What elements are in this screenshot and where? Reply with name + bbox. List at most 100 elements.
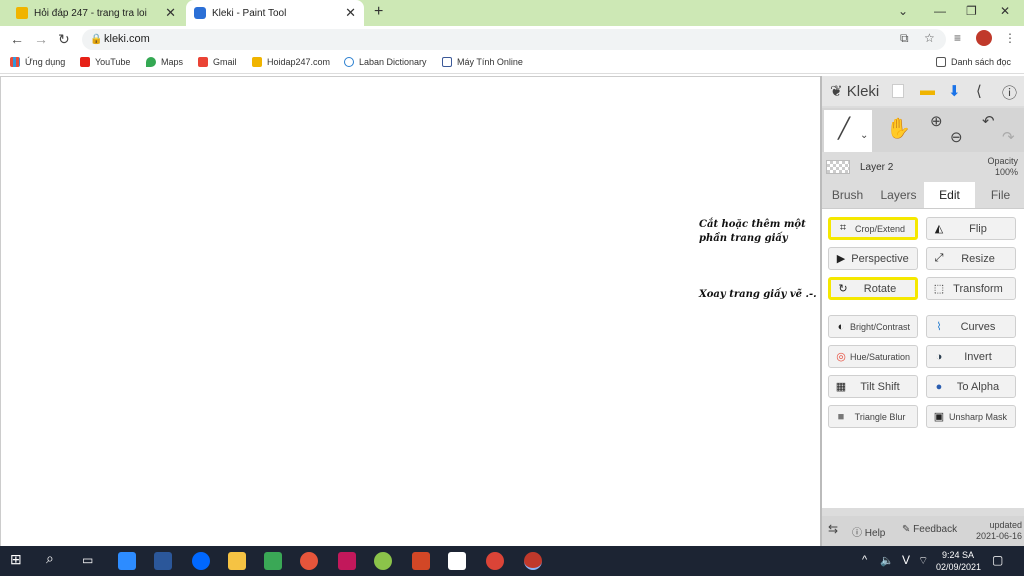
browser-toolbar: ← → ↻ 🔒 kleki.com ⧉ ☆ ≡ ⋮: [0, 26, 1024, 52]
bookmark-laban[interactable]: Laban Dictionary: [344, 57, 427, 67]
swap-side-icon[interactable]: ⇆: [828, 522, 838, 536]
bright-contrast-button[interactable]: ◐ Bright/Contrast: [828, 315, 918, 338]
share-icon[interactable]: ⟨: [976, 82, 982, 100]
bookmark-youtube[interactable]: YouTube: [80, 57, 130, 67]
network-icon[interactable]: ⌔: [918, 554, 928, 568]
redo-icon[interactable]: ↷: [1002, 128, 1015, 146]
tool-row: ╱ ⌄ ✋ ⊕ ⊖ ↶ ↷: [822, 108, 1024, 152]
new-tab-icon[interactable]: +: [374, 3, 383, 21]
triangle-blur-button[interactable]: ■ Triangle Blur: [828, 405, 918, 428]
bookmark-star-icon[interactable]: ☆: [924, 31, 935, 45]
zoom-app-icon[interactable]: [118, 552, 136, 570]
app-icon[interactable]: [448, 552, 466, 570]
address-bar[interactable]: 🔒 kleki.com: [82, 29, 946, 50]
curves-button[interactable]: ⌇ Curves: [926, 315, 1016, 338]
chrome-active-icon[interactable]: [524, 552, 542, 570]
perspective-icon: ▶: [836, 253, 846, 265]
volume-icon[interactable]: 🔈: [880, 554, 894, 567]
drawing-canvas[interactable]: Cắt hoặc thêm một phần trang giấy Xoay t…: [0, 76, 820, 546]
zoom-out-icon[interactable]: ⊖: [950, 128, 963, 146]
updated-info[interactable]: updated 2021-06-16: [976, 520, 1022, 542]
bookmark-maps[interactable]: Maps: [146, 57, 183, 67]
blur-icon: ■: [837, 410, 845, 423]
perspective-button[interactable]: ▶ Perspective: [828, 247, 918, 270]
reading-list[interactable]: Danh sách đọc: [936, 57, 1011, 67]
layer-opacity[interactable]: Opacity 100%: [987, 156, 1018, 178]
crop-extend-button[interactable]: ⌗ Crop/Extend: [828, 217, 918, 240]
close-tab-icon[interactable]: ✕: [165, 5, 176, 21]
translate-icon[interactable]: ⧉: [900, 31, 909, 46]
minimize-icon[interactable]: —: [934, 4, 946, 18]
tray-chevron-icon[interactable]: ^: [862, 554, 867, 566]
chrome-icon[interactable]: [486, 552, 504, 570]
maps-pin-icon: [146, 57, 156, 67]
invert-icon: ◑: [935, 350, 943, 363]
tab-file[interactable]: File: [975, 182, 1024, 208]
maximize-icon[interactable]: ❐: [966, 4, 977, 18]
taskbar-clock[interactable]: 9:24 SA 02/09/2021: [936, 549, 981, 573]
to-alpha-button[interactable]: ● To Alpha: [926, 375, 1016, 398]
tab-layers[interactable]: Layers: [873, 182, 924, 208]
unsharp-mask-button[interactable]: ▣ Unsharp Mask: [926, 405, 1016, 428]
help-link[interactable]: ⓘ Help: [852, 524, 885, 539]
tab-search-icon[interactable]: ⌄: [898, 4, 908, 18]
search-icon[interactable]: ⌕: [46, 550, 64, 568]
tab-hoidap[interactable]: Hỏi đáp 247 - trang tra loi ✕: [8, 0, 184, 26]
forward-icon[interactable]: →: [34, 31, 48, 47]
extensions-icon[interactable]: ≡: [954, 31, 961, 45]
hand-icon[interactable]: ✋: [886, 116, 911, 141]
rotate-button[interactable]: ↻ Rotate: [828, 277, 918, 300]
profile-avatar[interactable]: [976, 30, 992, 46]
bookmark-apps[interactable]: Ứng dụng: [10, 57, 65, 67]
flip-button[interactable]: ◭ Flip: [926, 217, 1016, 240]
chevron-down-icon[interactable]: ⌄: [860, 130, 868, 141]
bookmark-hoidap[interactable]: Hoidap247.com: [252, 57, 330, 67]
invert-button[interactable]: ◑ Invert: [926, 345, 1016, 368]
word-app-icon[interactable]: [154, 552, 172, 570]
bookmark-calculator[interactable]: Máy Tính Online: [442, 57, 523, 67]
undo-icon[interactable]: ↶: [982, 112, 995, 130]
file-explorer-icon[interactable]: [228, 552, 246, 570]
tilt-shift-button[interactable]: ▦ Tilt Shift: [828, 375, 918, 398]
brush-tool[interactable]: ╱ ⌄: [824, 110, 872, 152]
notifications-icon[interactable]: ▢: [992, 553, 1003, 567]
unsharp-icon: ▣: [933, 411, 945, 423]
panel-footer: ⇆ ⓘ Help ✎ Feedback updated 2021-06-16: [822, 516, 1024, 546]
tab-edit[interactable]: Edit: [924, 182, 975, 208]
windows-start-icon[interactable]: ⊞: [10, 551, 28, 569]
menu-icon[interactable]: ⋮: [1004, 31, 1016, 45]
rotate-icon: ↻: [838, 283, 848, 295]
help-circle-icon[interactable]: ⓘ: [1002, 82, 1017, 103]
resize-button[interactable]: ⤢ Resize: [926, 247, 1016, 270]
layer-thumbnail[interactable]: [826, 160, 850, 174]
zalo-app-icon[interactable]: [192, 552, 210, 570]
transform-button[interactable]: ⬚ Transform: [926, 277, 1016, 300]
input-language[interactable]: V: [902, 553, 910, 567]
close-window-icon[interactable]: ✕: [1000, 4, 1010, 18]
app-icon[interactable]: [374, 552, 392, 570]
task-view-icon[interactable]: ▭: [82, 553, 100, 571]
app-icon[interactable]: [300, 552, 318, 570]
tab-brush[interactable]: Brush: [822, 182, 873, 208]
open-folder-icon[interactable]: ▬: [920, 82, 935, 99]
apps-grid-icon: [10, 57, 20, 67]
hue-saturation-button[interactable]: ◎ Hue/Saturation: [828, 345, 918, 368]
close-tab-icon[interactable]: ✕: [345, 5, 356, 21]
crop-icon: ⌗: [839, 222, 847, 234]
powerpoint-app-icon[interactable]: [412, 552, 430, 570]
new-image-icon[interactable]: [892, 84, 904, 98]
reload-icon[interactable]: ↻: [58, 31, 70, 48]
download-icon[interactable]: ⬇: [948, 82, 961, 100]
transform-icon: ⬚: [933, 283, 945, 295]
kleki-side-panel: ❦ Kleki ▬ ⬇ ⟨ ⓘ ╱ ⌄ ✋ ⊕ ⊖ ↶ ↷ Layer 2 Op…: [820, 76, 1024, 546]
calculator-icon: [442, 57, 452, 67]
back-icon[interactable]: ←: [10, 31, 24, 47]
app-icon[interactable]: [264, 552, 282, 570]
flip-icon: ◭: [934, 223, 944, 235]
annotation-rotate: Xoay trang giấy vẽ .-.: [699, 289, 817, 300]
bookmark-gmail[interactable]: Gmail: [198, 57, 237, 67]
app-icon[interactable]: [338, 552, 356, 570]
zoom-in-icon[interactable]: ⊕: [930, 112, 943, 130]
feedback-link[interactable]: ✎ Feedback: [902, 524, 957, 535]
tab-kleki[interactable]: Kleki - Paint Tool ✕: [186, 0, 364, 26]
